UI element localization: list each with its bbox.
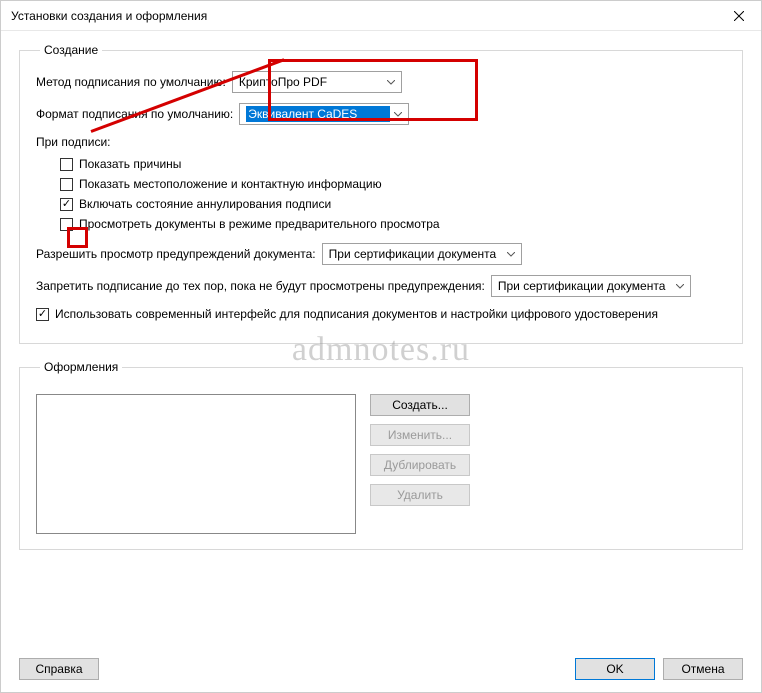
- prevent-sign-label: Запретить подписание до тех пор, пока не…: [36, 279, 485, 293]
- creation-legend: Создание: [40, 43, 102, 57]
- allow-warn-label: Разрешить просмотр предупреждений докуме…: [36, 247, 316, 261]
- format-label: Формат подписания по умолчанию:: [36, 107, 233, 121]
- checkbox-revocation[interactable]: [60, 198, 73, 211]
- appearance-listbox[interactable]: [36, 394, 356, 534]
- ok-button[interactable]: OK: [575, 658, 655, 680]
- help-button[interactable]: Справка: [19, 658, 99, 680]
- prevent-sign-select[interactable]: При сертификации документа: [491, 275, 691, 297]
- on-sign-label: При подписи:: [36, 135, 726, 149]
- method-label: Метод подписания по умолчанию:: [36, 75, 226, 89]
- content-area: Создание Метод подписания по умолчанию: …: [1, 31, 761, 550]
- window-title: Установки создания и оформления: [11, 9, 207, 23]
- method-select[interactable]: КриптоПро PDF: [232, 71, 402, 93]
- method-value: КриптоПро PDF: [239, 75, 383, 89]
- close-icon: [734, 11, 744, 21]
- appearance-group: Оформления Создать... Изменить... Дублир…: [19, 360, 743, 550]
- chevron-down-icon: [503, 252, 519, 257]
- label-revocation: Включать состояние аннулирования подписи: [79, 197, 331, 211]
- label-reasons: Показать причины: [79, 157, 181, 171]
- label-preview: Просмотреть документы в режиме предварит…: [79, 217, 440, 231]
- allow-warn-select[interactable]: При сертификации документа: [322, 243, 522, 265]
- create-button[interactable]: Создать...: [370, 394, 470, 416]
- creation-group: Создание Метод подписания по умолчанию: …: [19, 43, 743, 344]
- delete-button: Удалить: [370, 484, 470, 506]
- label-modern-ui: Использовать современный интерфейс для п…: [55, 307, 658, 321]
- chevron-down-icon: [390, 112, 406, 117]
- checkbox-reasons[interactable]: [60, 158, 73, 171]
- label-location: Показать местоположение и контактную инф…: [79, 177, 382, 191]
- checkbox-modern-ui[interactable]: [36, 308, 49, 321]
- checkbox-location[interactable]: [60, 178, 73, 191]
- allow-warn-value: При сертификации документа: [329, 247, 503, 261]
- cancel-button[interactable]: Отмена: [663, 658, 743, 680]
- close-button[interactable]: [716, 1, 761, 31]
- chevron-down-icon: [672, 284, 688, 289]
- duplicate-button: Дублировать: [370, 454, 470, 476]
- footer: Справка OK Отмена: [19, 658, 743, 680]
- chevron-down-icon: [383, 80, 399, 85]
- prevent-sign-value: При сертификации документа: [498, 279, 672, 293]
- checkbox-preview[interactable]: [60, 218, 73, 231]
- format-select[interactable]: Эквивалент CaDES: [239, 103, 409, 125]
- appearance-legend: Оформления: [40, 360, 122, 374]
- edit-button: Изменить...: [370, 424, 470, 446]
- titlebar: Установки создания и оформления: [1, 1, 761, 31]
- format-value: Эквивалент CaDES: [246, 106, 390, 122]
